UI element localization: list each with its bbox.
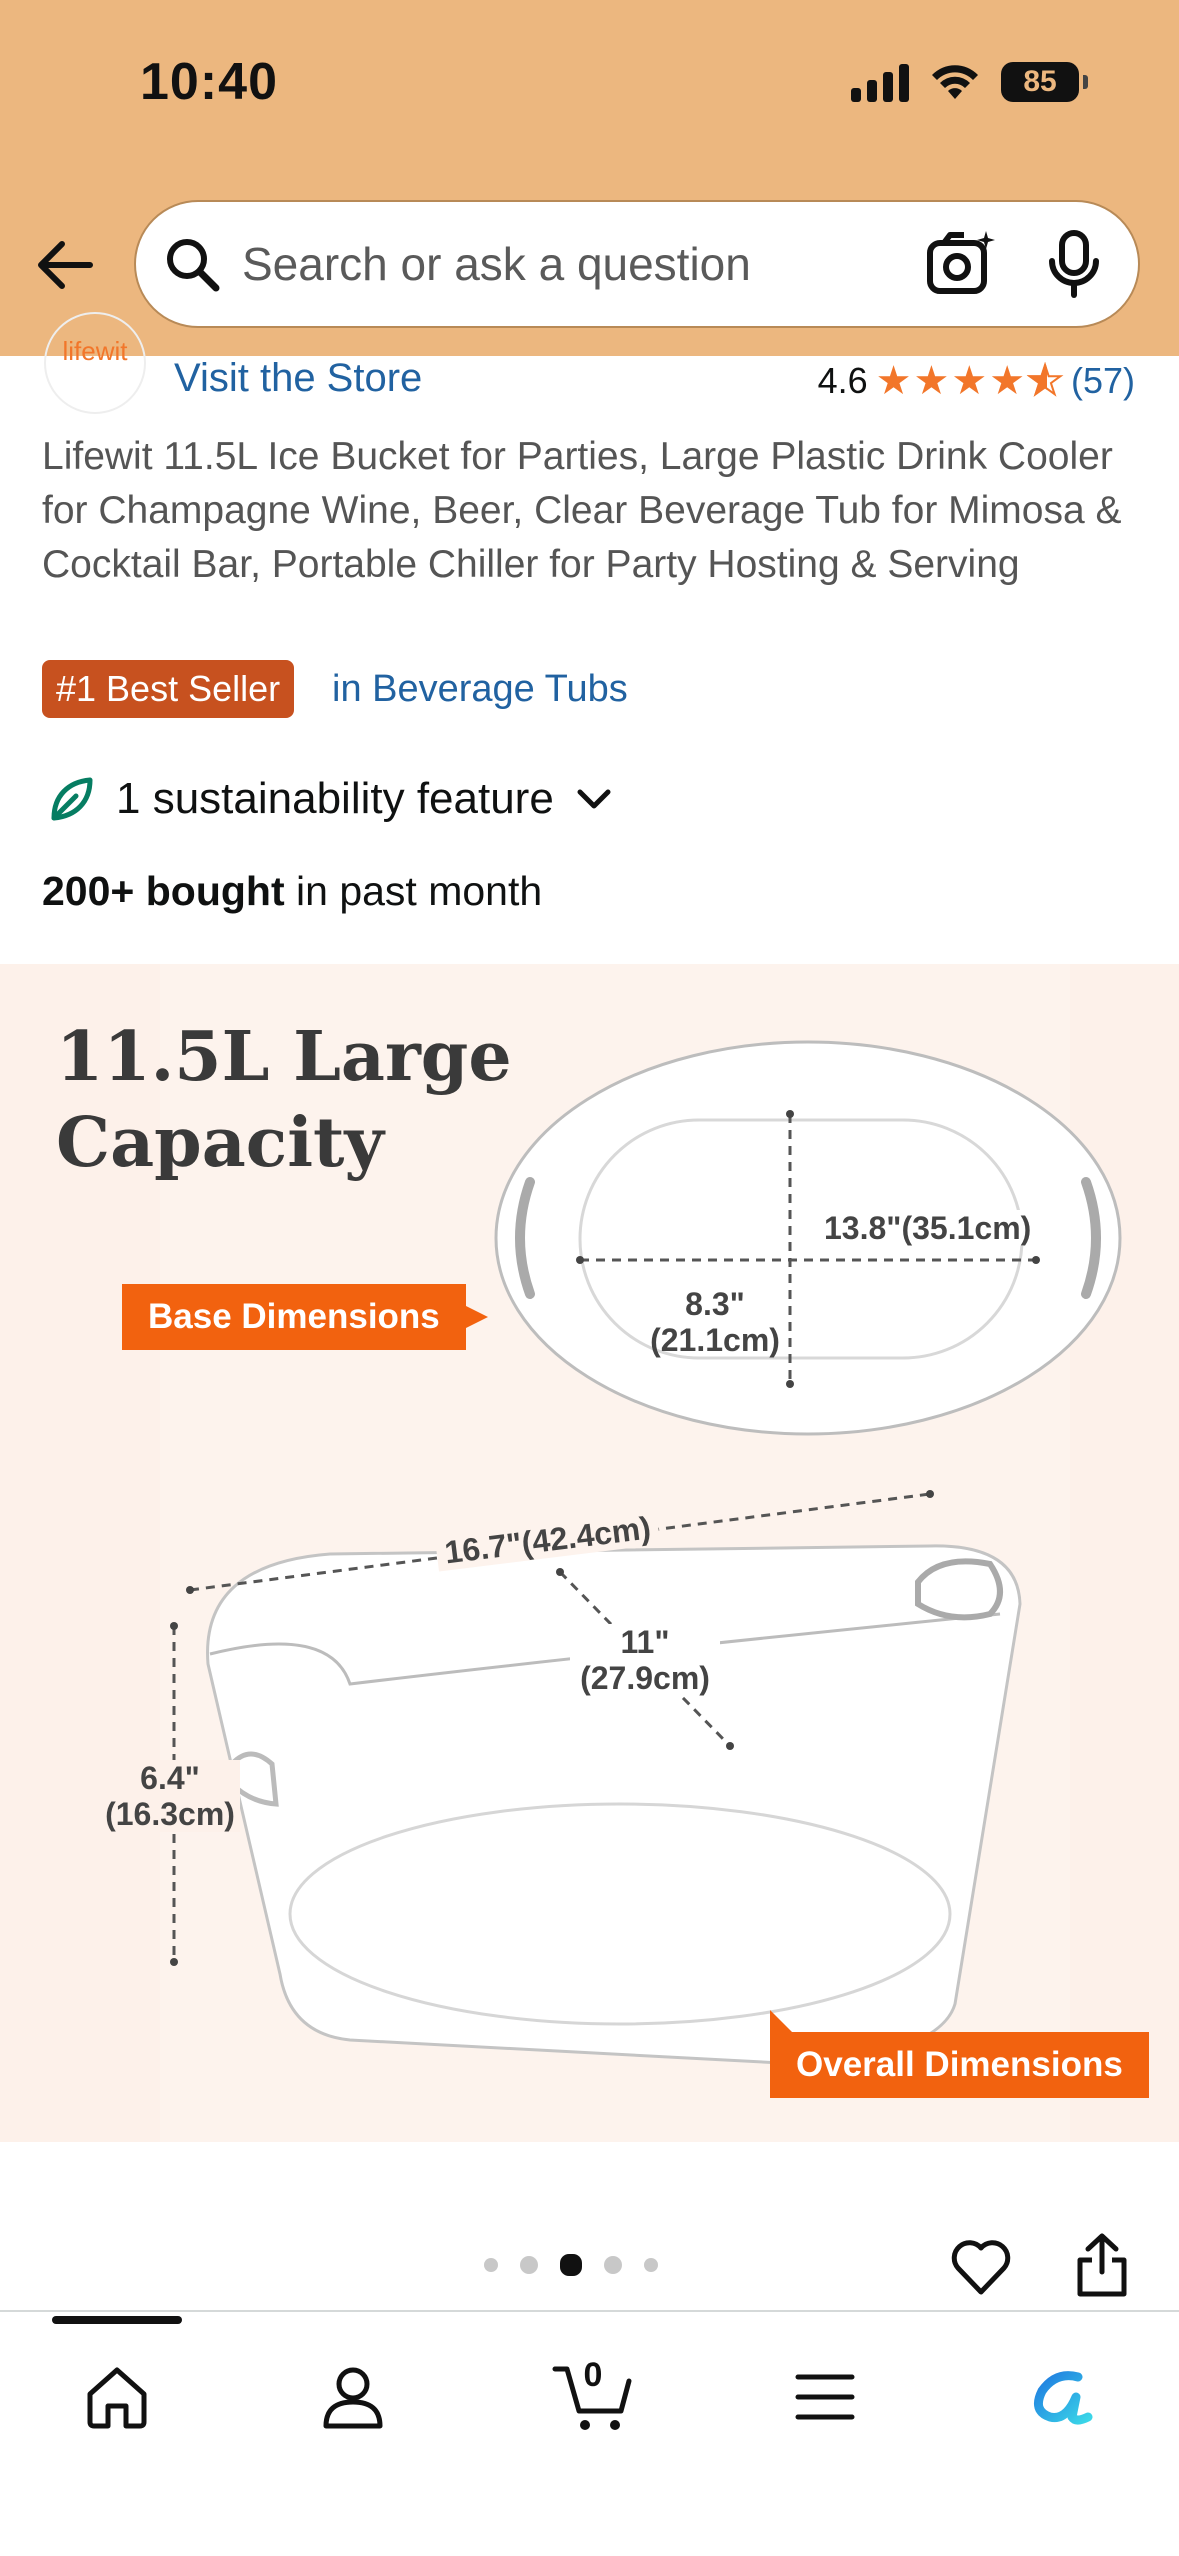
active-tab-indicator	[52, 2316, 182, 2324]
rating-summary[interactable]: 4.6 ★ ★ ★ ★ ★ (57)	[818, 360, 1135, 402]
star-full-icon: ★	[913, 359, 950, 403]
rating-stars: ★ ★ ★ ★ ★	[875, 359, 1064, 403]
capacity-caption-line2: Capacity	[56, 1103, 384, 1183]
share-icon[interactable]	[1074, 2232, 1130, 2298]
header: 10:40 85 Search or ask a question	[0, 0, 1179, 356]
star-full-icon: ★	[989, 359, 1026, 403]
height-cm: (16.3cm)	[105, 1796, 235, 1832]
camera-search-icon[interactable]	[924, 227, 998, 301]
base-width-cm: (21.1cm)	[650, 1322, 780, 1358]
wifi-icon	[932, 65, 978, 99]
nav-rufus[interactable]	[1016, 2352, 1106, 2442]
status-time: 10:40	[140, 53, 278, 111]
overall-width-cm: (27.9cm)	[580, 1660, 710, 1696]
base-width-label: 8.3" (21.1cm)	[650, 1286, 780, 1358]
bought-count-bold: 200+ bought	[42, 868, 285, 914]
rating-count: (57)	[1070, 360, 1135, 401]
carousel-dots[interactable]	[484, 2254, 658, 2276]
store-logo[interactable]: lifewit	[44, 312, 146, 414]
carousel-dot-active[interactable]	[560, 2254, 582, 2276]
star-full-icon: ★	[875, 359, 912, 403]
product-image[interactable]: 11.5L Large Capacity Base Dimensions Ove…	[0, 964, 1179, 2142]
search-input[interactable]: Search or ask a question	[242, 237, 924, 291]
nav-cart[interactable]: 0	[548, 2352, 638, 2442]
nav-account[interactable]	[308, 2352, 398, 2442]
carousel-dot[interactable]	[604, 2256, 622, 2274]
carousel-dot[interactable]	[644, 2258, 658, 2272]
search-bar[interactable]: Search or ask a question	[134, 200, 1140, 328]
product-title: Lifewit 11.5L Ice Bucket for Parties, La…	[42, 435, 1122, 586]
rating-value: 4.6	[817, 360, 868, 401]
home-icon	[87, 2367, 147, 2429]
overall-dimensions-tag: Overall Dimensions	[770, 2010, 1149, 2098]
base-length-label: 13.8"(35.1cm)	[820, 1210, 1036, 1246]
capacity-caption-line1: 11.5L Large	[56, 1017, 512, 1097]
back-arrow-icon[interactable]	[30, 230, 100, 300]
overall-width-label: 11" (27.9cm)	[570, 1624, 720, 1696]
carousel-dot[interactable]	[484, 2258, 498, 2272]
sustainability-label: 1 sustainability feature	[116, 774, 554, 823]
best-seller-category-link[interactable]: in Beverage Tubs	[332, 668, 628, 711]
leaf-icon	[51, 777, 93, 821]
chevron-down-icon	[577, 789, 611, 809]
sustainability-feature-toggle[interactable]: 1 sustainability feature	[46, 774, 614, 824]
battery-icon: 85	[1001, 62, 1088, 102]
bought-count: 200+ bought in past month	[42, 868, 542, 915]
menu-icon	[795, 2374, 855, 2420]
cellular-signal-icon	[851, 62, 909, 102]
search-icon	[167, 239, 220, 292]
star-full-icon: ★	[951, 359, 988, 403]
carousel-dot[interactable]	[520, 2256, 538, 2274]
capacity-caption: 11.5L Large Capacity	[56, 1014, 512, 1186]
heart-icon[interactable]	[950, 2236, 1012, 2298]
base-width-in: 8.3"	[685, 1286, 745, 1322]
base-dimensions-tag: Base Dimensions	[122, 1284, 488, 1350]
account-icon	[323, 2367, 383, 2429]
store-logo-text: lifewit	[62, 336, 128, 366]
bottom-navigation: 0	[0, 2310, 1179, 2556]
bought-count-suffix: in past month	[284, 868, 543, 914]
star-half-icon: ★	[1026, 359, 1064, 403]
best-seller-badge[interactable]: #1 Best Seller	[42, 660, 295, 718]
visit-store-link[interactable]: Visit the Store	[174, 356, 422, 401]
rufus-icon	[1033, 2371, 1093, 2425]
overall-width-in: 11"	[620, 1624, 670, 1660]
height-label: 6.4" (16.3cm)	[100, 1760, 240, 1832]
nav-menu[interactable]	[780, 2352, 870, 2442]
nav-home[interactable]	[72, 2352, 162, 2442]
cart-count: 0	[583, 2356, 603, 2394]
status-icons: 85	[851, 62, 1088, 102]
microphone-icon[interactable]	[1044, 229, 1104, 299]
height-in: 6.4"	[140, 1760, 200, 1796]
